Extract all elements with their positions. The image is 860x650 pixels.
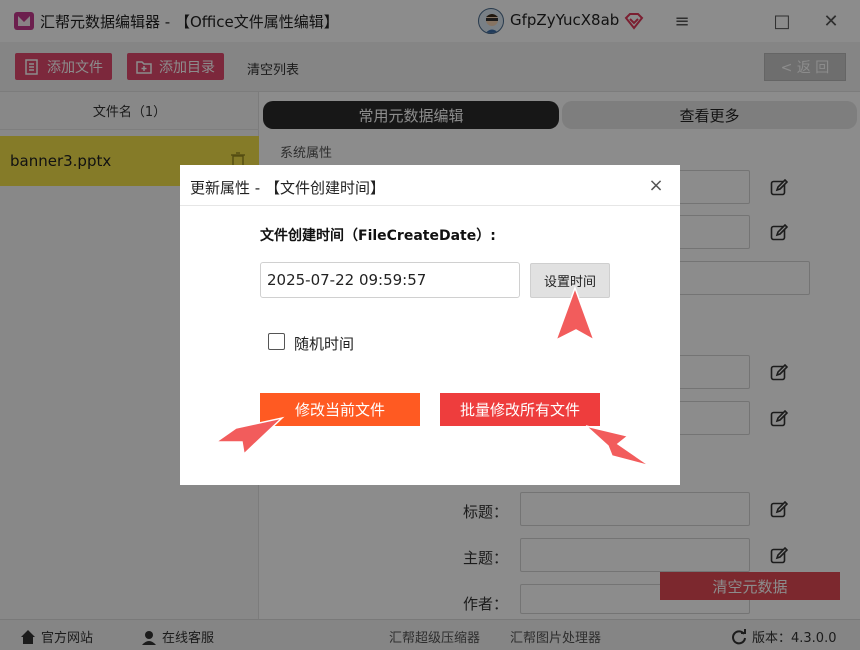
dialog-close-button[interactable]: ×: [646, 175, 666, 196]
random-time-label: 随机时间: [294, 335, 355, 353]
arrow-right-icon: [214, 416, 285, 456]
arrow-up-icon: [554, 286, 596, 342]
dialog-header: 更新属性 - 【文件创建时间】 ×: [180, 165, 680, 206]
dialog-title: 更新属性 - 【文件创建时间】: [190, 179, 385, 197]
file-create-date-input[interactable]: [260, 262, 520, 298]
arrow-left-icon: [585, 425, 651, 467]
random-time-checkbox[interactable]: [268, 333, 285, 350]
file-create-date-label: 文件创建时间（FileCreateDate）:: [260, 228, 496, 244]
batch-modify-all-button[interactable]: 批量修改所有文件: [440, 393, 600, 426]
